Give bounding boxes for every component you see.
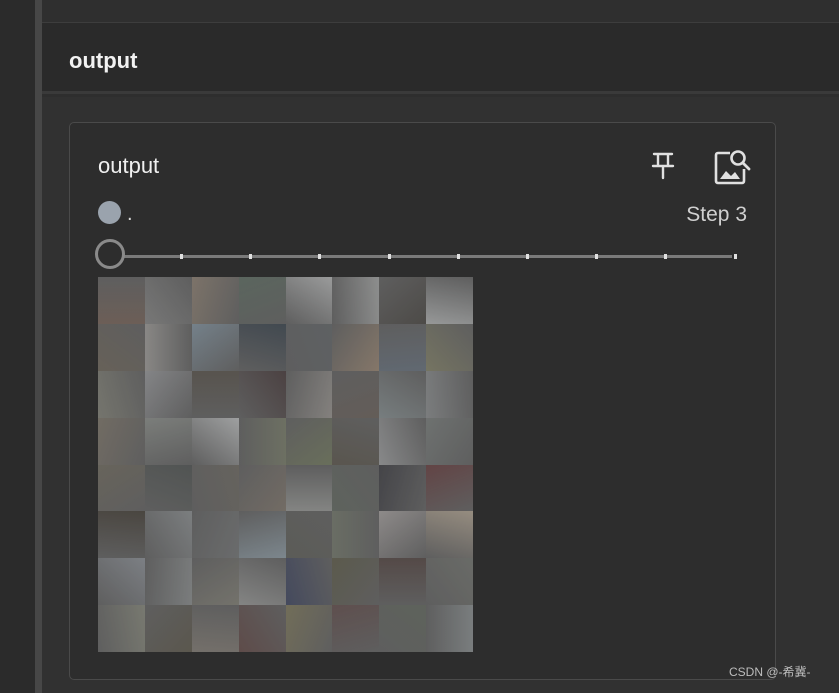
- slider-tick: [456, 254, 460, 259]
- image-thumbnail: [379, 464, 427, 512]
- section-header[interactable]: output: [42, 23, 839, 94]
- svg-text:CSDN @-希冀-: CSDN @-希冀-: [729, 664, 811, 679]
- image-thumbnail: [332, 370, 380, 418]
- image-thumbnail: [426, 605, 473, 652]
- image-thumbnail: [144, 605, 192, 652]
- slider-track[interactable]: [110, 255, 732, 258]
- image-thumbnail: [426, 464, 473, 512]
- card-title: output: [98, 153, 160, 178]
- image-thumbnail: [379, 511, 427, 559]
- image-thumbnail: [191, 417, 239, 465]
- slider-tick: [249, 254, 253, 259]
- image-grid: [98, 277, 473, 652]
- image-thumbnail: [191, 464, 239, 512]
- image-thumbnail: [426, 558, 473, 606]
- slider-thumb[interactable]: [95, 239, 125, 269]
- image-thumbnail: [238, 558, 286, 606]
- image-thumbnail: [238, 323, 286, 371]
- panel-divider[interactable]: [35, 0, 42, 693]
- run-label: .: [127, 203, 133, 225]
- image-thumbnail: [379, 558, 427, 606]
- left-panel-rail: [0, 0, 35, 693]
- image-thumbnail: [191, 605, 239, 652]
- image-thumbnail: [332, 277, 380, 324]
- slider-tick: [526, 254, 529, 259]
- pin-icon[interactable]: [650, 151, 676, 181]
- image-thumbnail: [98, 277, 145, 324]
- image-search-icon[interactable]: [712, 147, 752, 187]
- image-thumbnail: [426, 370, 473, 418]
- run-color-dot: [98, 201, 121, 224]
- image-thumbnail: [238, 511, 286, 559]
- image-thumbnail: [144, 558, 192, 606]
- slider-tick: [595, 254, 599, 259]
- top-strip: [42, 0, 839, 23]
- image-thumbnail: [379, 370, 427, 418]
- image-thumbnail: [285, 323, 333, 371]
- slider-tick: [387, 254, 391, 259]
- image-thumbnail: [426, 323, 473, 371]
- step-label: Step 3: [686, 203, 747, 226]
- image-thumbnail: [332, 464, 380, 512]
- section-title: output: [69, 48, 138, 73]
- image-thumbnail: [191, 558, 239, 606]
- image-thumbnail: [144, 370, 192, 418]
- image-thumbnail: [238, 464, 286, 512]
- image-thumbnail: [98, 323, 145, 371]
- image-thumbnail: [285, 464, 333, 512]
- image-thumbnail: [98, 511, 145, 559]
- image-thumbnail: [144, 417, 192, 465]
- image-thumbnail: [191, 370, 239, 418]
- image-thumbnail: [238, 605, 286, 652]
- image-thumbnail: [238, 417, 286, 465]
- image-thumbnail: [98, 370, 145, 418]
- image-thumbnail: [191, 277, 239, 324]
- image-thumbnail: [238, 277, 286, 324]
- image-thumbnail: [332, 511, 380, 559]
- image-thumbnail: [379, 605, 427, 652]
- slider-tick: [733, 254, 737, 259]
- slider-tick: [318, 254, 322, 259]
- image-thumbnail: [332, 417, 380, 465]
- image-thumbnail: [98, 417, 145, 465]
- image-thumbnail: [285, 605, 333, 652]
- image-thumbnail: [98, 605, 145, 652]
- image-thumbnail: [426, 277, 473, 324]
- image-thumbnail: [379, 417, 427, 465]
- image-thumbnail: [379, 323, 427, 371]
- image-thumbnail: [332, 605, 380, 652]
- image-thumbnail: [285, 370, 333, 418]
- image-thumbnail: [426, 511, 473, 559]
- slider-tick: [180, 254, 183, 259]
- watermark: CSDN @-希冀-: [729, 664, 825, 683]
- image-thumbnail: [191, 511, 239, 559]
- image-thumbnail: [285, 277, 333, 324]
- step-slider[interactable]: [94, 237, 738, 275]
- watermark-logo: CSDN @-希冀-: [729, 664, 811, 679]
- image-thumbnail: [98, 558, 145, 606]
- image-thumbnail: [144, 464, 192, 512]
- image-thumbnail: [285, 417, 333, 465]
- image-thumbnail: [238, 370, 286, 418]
- image-thumbnail: [332, 558, 380, 606]
- image-card: output . Step 3: [69, 122, 776, 680]
- image-thumbnail: [144, 277, 192, 324]
- image-thumbnail: [191, 323, 239, 371]
- slider-tick: [664, 254, 668, 259]
- image-thumbnail: [426, 417, 473, 465]
- image-thumbnail: [285, 558, 333, 606]
- image-thumbnail: [144, 511, 192, 559]
- image-thumbnail: [332, 323, 380, 371]
- image-thumbnail: [379, 277, 427, 324]
- image-thumbnail: [98, 464, 145, 512]
- image-thumbnail: [285, 511, 333, 559]
- image-thumbnail: [144, 323, 192, 371]
